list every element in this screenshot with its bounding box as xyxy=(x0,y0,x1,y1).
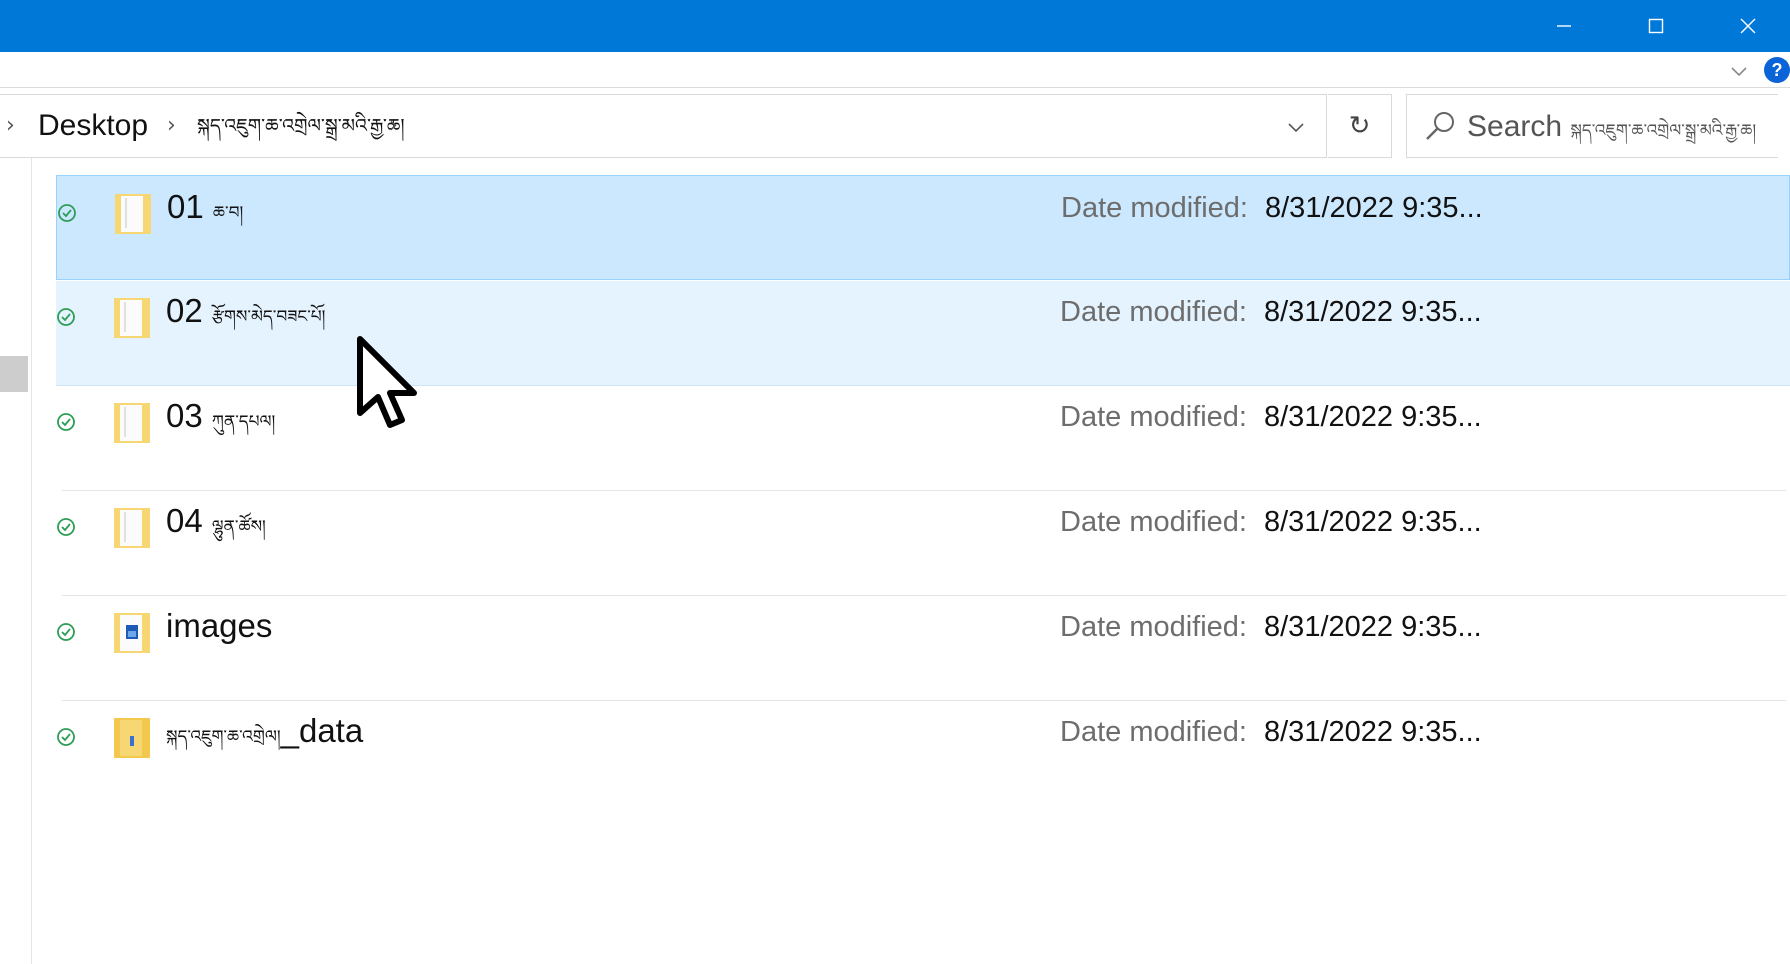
file-name-number: 02 xyxy=(166,292,203,329)
expand-ribbon-button[interactable] xyxy=(1728,60,1750,82)
breadcrumb-current-folder[interactable]: སྐད་འཇུག་ཆ་འགྲེལ་སྒྲ་མའི་རྒྱ་ཆ། xyxy=(197,103,405,149)
sync-status-icon xyxy=(57,518,75,536)
mouse-cursor-icon xyxy=(357,336,417,428)
file-list: 01 ཆ་བ། Date modified: 8/31/2022 9:35...… xyxy=(56,175,1790,964)
breadcrumb-chevron-icon[interactable]: › xyxy=(6,113,15,138)
close-icon xyxy=(1740,18,1756,34)
file-row-04[interactable]: 04 ལྷུན་ཚོས། Date modified: 8/31/2022 9:… xyxy=(56,491,1790,596)
folder-icon xyxy=(114,718,150,758)
folder-icon xyxy=(115,194,151,234)
ribbon xyxy=(0,52,1790,88)
file-name-suffix: རྩོགས་མེད་བཟང་པོ། xyxy=(211,307,326,327)
date-modified-label: Date modified: xyxy=(1060,716,1247,748)
file-name-suffix: ཆ་བ། xyxy=(212,203,244,223)
date-modified-label: Date modified: xyxy=(1061,192,1248,224)
date-modified-value: 8/31/2022 9:35... xyxy=(1264,716,1482,748)
folder-icon xyxy=(114,403,150,443)
help-button[interactable]: ? xyxy=(1764,57,1790,83)
date-modified-value: 8/31/2022 9:35... xyxy=(1265,192,1483,224)
file-row-02[interactable]: 02 རྩོགས་མེད་བཟང་པོ། Date modified: 8/31… xyxy=(56,281,1790,386)
file-name-number: 04 xyxy=(166,502,203,539)
breadcrumb-desktop[interactable]: Desktop xyxy=(38,103,148,149)
sync-status-icon xyxy=(58,204,76,222)
sync-status-icon xyxy=(57,623,75,641)
search-box[interactable]: Search སྐད་འཇུག་ཆ་འགྲེལ་སྒྲ་མའི་རྒྱ་ཆ། xyxy=(1406,94,1778,158)
chevron-down-icon xyxy=(1731,67,1747,77)
file-name: 02 རྩོགས་མེད་བཟང་པོ། xyxy=(166,289,325,333)
sync-status-icon xyxy=(57,308,75,326)
date-modified-label: Date modified: xyxy=(1060,296,1247,328)
folder-icon xyxy=(114,298,150,338)
sync-status-icon xyxy=(57,413,75,431)
file-name: images xyxy=(166,604,272,648)
file-name: 01 ཆ་བ། xyxy=(167,185,243,229)
file-name-suffix: ཀུན་དཔལ། xyxy=(211,412,276,432)
search-scope: སྐད་འཇུག་ཆ་འགྲེལ་སྒྲ་མའི་རྒྱ་ཆ། xyxy=(1570,121,1757,141)
file-name: 04 ལྷུན་ཚོས། xyxy=(166,499,266,543)
maximize-icon xyxy=(1648,18,1664,34)
search-placeholder[interactable]: Search སྐད་འཇུག་ཆ་འགྲེལ་སྒྲ་མའི་རྒྱ་ཆ། xyxy=(1467,105,1756,149)
date-modified-value: 8/31/2022 9:35... xyxy=(1264,401,1482,433)
file-row-01[interactable]: 01 ཆ་བ། Date modified: 8/31/2022 9:35... xyxy=(56,175,1790,280)
file-name-number: 01 xyxy=(167,188,204,225)
file-name-text: _data xyxy=(280,712,364,749)
sync-status-icon xyxy=(57,728,75,746)
date-modified-label: Date modified: xyxy=(1060,611,1247,643)
date-modified-value: 8/31/2022 9:35... xyxy=(1264,506,1482,538)
title-bar xyxy=(0,0,1790,52)
minimize-button[interactable] xyxy=(1518,0,1610,52)
refresh-button[interactable]: ↻ xyxy=(1328,94,1392,158)
refresh-icon: ↻ xyxy=(1348,111,1371,141)
file-name-suffix: ལྷུན་ཚོས། xyxy=(211,517,266,537)
maximize-button[interactable] xyxy=(1610,0,1702,52)
search-label: Search xyxy=(1467,110,1563,143)
file-name-text: images xyxy=(166,607,273,644)
navigation-pane-divider[interactable] xyxy=(31,158,32,964)
date-modified-value: 8/31/2022 9:35... xyxy=(1264,611,1482,643)
file-row-data[interactable]: སྐད་འཇུག་ཆ་འགྲེལ།_data Date modified: 8/… xyxy=(56,701,1790,806)
date-modified-value: 8/31/2022 9:35... xyxy=(1264,296,1482,328)
breadcrumb-chevron-icon[interactable]: › xyxy=(389,113,398,138)
minimize-icon xyxy=(1557,25,1571,27)
address-history-dropdown[interactable] xyxy=(1276,115,1316,139)
breadcrumb-chevron-icon[interactable]: › xyxy=(167,113,176,138)
date-modified-label: Date modified: xyxy=(1060,506,1247,538)
file-name-number: 03 xyxy=(166,397,203,434)
chevron-down-icon xyxy=(1288,123,1304,133)
folder-icon xyxy=(114,508,150,548)
navigation-pane-scrollbar[interactable] xyxy=(0,356,28,392)
date-modified-label: Date modified: xyxy=(1060,401,1247,433)
search-icon xyxy=(1426,112,1454,140)
file-name: སྐད་འཇུག་ཆ་འགྲེལ།_data xyxy=(166,709,363,753)
address-bar[interactable]: › Desktop › སྐད་འཇུག་ཆ་འགྲེལ་སྒྲ་མའི་རྒྱ… xyxy=(0,94,1327,158)
file-row-03[interactable]: 03 ཀུན་དཔལ། Date modified: 8/31/2022 9:3… xyxy=(56,386,1790,491)
file-row-images[interactable]: images Date modified: 8/31/2022 9:35... xyxy=(56,596,1790,701)
image-folder-icon xyxy=(114,613,150,653)
close-button[interactable] xyxy=(1702,0,1790,52)
file-name-prefix: སྐད་འཇུག་ཆ་འགྲེལ། xyxy=(166,727,281,747)
file-name: 03 ཀུན་དཔལ། xyxy=(166,394,275,438)
